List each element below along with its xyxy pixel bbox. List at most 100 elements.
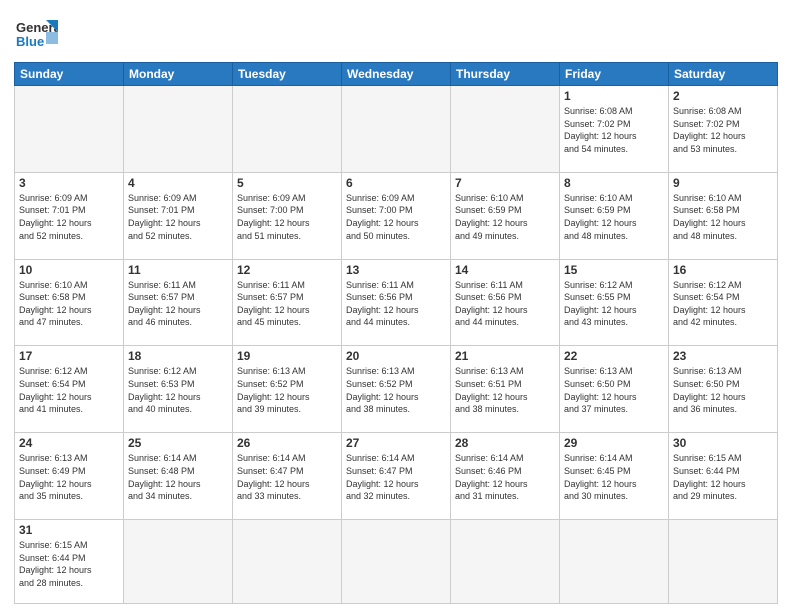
day-info: Sunrise: 6:13 AM Sunset: 6:49 PM Dayligh… [19, 452, 119, 502]
day-number: 5 [237, 176, 337, 190]
calendar-week-row: 17Sunrise: 6:12 AM Sunset: 6:54 PM Dayli… [15, 346, 778, 433]
calendar-cell: 6Sunrise: 6:09 AM Sunset: 7:00 PM Daylig… [342, 172, 451, 259]
day-info: Sunrise: 6:12 AM Sunset: 6:53 PM Dayligh… [128, 365, 228, 415]
weekday-header-wednesday: Wednesday [342, 63, 451, 86]
calendar-cell [451, 520, 560, 604]
calendar-cell: 19Sunrise: 6:13 AM Sunset: 6:52 PM Dayli… [233, 346, 342, 433]
calendar-cell [124, 86, 233, 173]
day-number: 16 [673, 263, 773, 277]
day-info: Sunrise: 6:12 AM Sunset: 6:54 PM Dayligh… [673, 279, 773, 329]
day-number: 2 [673, 89, 773, 103]
day-info: Sunrise: 6:11 AM Sunset: 6:57 PM Dayligh… [128, 279, 228, 329]
calendar-cell: 9 Sunrise: 6:10 AM Sunset: 6:58 PM Daylig… [669, 172, 778, 259]
calendar-cell: 17Sunrise: 6:12 AM Sunset: 6:54 PM Dayli… [15, 346, 124, 433]
day-number: 1 [564, 89, 664, 103]
day-info: Sunrise: 6:08 AM Sunset: 7:02 PM Dayligh… [564, 105, 664, 155]
day-number: 23 [673, 349, 773, 363]
day-number: 4 [128, 176, 228, 190]
day-info: Sunrise: 6:09 AM Sunset: 7:01 PM Dayligh… [128, 192, 228, 242]
calendar-cell [451, 86, 560, 173]
day-number: 22 [564, 349, 664, 363]
day-info: Sunrise: 6:12 AM Sunset: 6:55 PM Dayligh… [564, 279, 664, 329]
day-number: 9 [673, 176, 773, 190]
day-info: Sunrise: 6:14 AM Sunset: 6:45 PM Dayligh… [564, 452, 664, 502]
day-info: Sunrise: 6:14 AM Sunset: 6:47 PM Dayligh… [237, 452, 337, 502]
weekday-header-thursday: Thursday [451, 63, 560, 86]
calendar-table: SundayMondayTuesdayWednesdayThursdayFrid… [14, 62, 778, 604]
calendar-cell: 27Sunrise: 6:14 AM Sunset: 6:47 PM Dayli… [342, 433, 451, 520]
weekday-header-sunday: Sunday [15, 63, 124, 86]
calendar-cell: 10 Sunrise: 6:10 AM Sunset: 6:58 PM Dayli… [15, 259, 124, 346]
calendar-cell: 24 Sunrise: 6:13 AM Sunset: 6:49 PM Dayli… [15, 433, 124, 520]
day-info: Sunrise: 6:13 AM Sunset: 6:51 PM Dayligh… [455, 365, 555, 415]
calendar-cell: 11Sunrise: 6:11 AM Sunset: 6:57 PM Dayli… [124, 259, 233, 346]
day-info: Sunrise: 6:08 AM Sunset: 7:02 PM Dayligh… [673, 105, 773, 155]
day-info: Sunrise: 6:14 AM Sunset: 6:48 PM Dayligh… [128, 452, 228, 502]
day-number: 18 [128, 349, 228, 363]
day-info: Sunrise: 6:10 AM Sunset: 6:58 PM Dayligh… [673, 192, 773, 242]
calendar-week-row: 3Sunrise: 6:09 AM Sunset: 7:01 PM Daylig… [15, 172, 778, 259]
day-number: 12 [237, 263, 337, 277]
day-number: 29 [564, 436, 664, 450]
day-info: Sunrise: 6:13 AM Sunset: 6:52 PM Dayligh… [346, 365, 446, 415]
day-number: 14 [455, 263, 555, 277]
weekday-header-row: SundayMondayTuesdayWednesdayThursdayFrid… [15, 63, 778, 86]
calendar-cell: 21 Sunrise: 6:13 AM Sunset: 6:51 PM Dayli… [451, 346, 560, 433]
day-number: 8 [564, 176, 664, 190]
calendar-cell [15, 86, 124, 173]
logo-icon: General Blue [14, 12, 58, 56]
calendar-cell [233, 520, 342, 604]
calendar-cell: 13Sunrise: 6:11 AM Sunset: 6:56 PM Dayli… [342, 259, 451, 346]
calendar-cell: 7 Sunrise: 6:10 AM Sunset: 6:59 PM Daylig… [451, 172, 560, 259]
weekday-header-tuesday: Tuesday [233, 63, 342, 86]
day-number: 10 [19, 263, 119, 277]
calendar-cell [233, 86, 342, 173]
day-number: 7 [455, 176, 555, 190]
calendar-week-row: 24 Sunrise: 6:13 AM Sunset: 6:49 PM Dayli… [15, 433, 778, 520]
calendar-week-row: 10 Sunrise: 6:10 AM Sunset: 6:58 PM Dayli… [15, 259, 778, 346]
calendar-cell [124, 520, 233, 604]
calendar-page: General Blue SundayMondayTuesdayWednesda… [0, 0, 792, 612]
day-info: Sunrise: 6:10 AM Sunset: 6:58 PM Dayligh… [19, 279, 119, 329]
day-number: 20 [346, 349, 446, 363]
weekday-header-saturday: Saturday [669, 63, 778, 86]
day-info: Sunrise: 6:14 AM Sunset: 6:47 PM Dayligh… [346, 452, 446, 502]
calendar-cell [669, 520, 778, 604]
calendar-cell: 31Sunrise: 6:15 AM Sunset: 6:44 PM Dayli… [15, 520, 124, 604]
day-info: Sunrise: 6:10 AM Sunset: 6:59 PM Dayligh… [564, 192, 664, 242]
weekday-header-friday: Friday [560, 63, 669, 86]
day-number: 6 [346, 176, 446, 190]
day-info: Sunrise: 6:10 AM Sunset: 6:59 PM Dayligh… [455, 192, 555, 242]
calendar-cell: 26Sunrise: 6:14 AM Sunset: 6:47 PM Dayli… [233, 433, 342, 520]
calendar-cell: 5 Sunrise: 6:09 AM Sunset: 7:00 PM Daylig… [233, 172, 342, 259]
header: General Blue [14, 12, 778, 56]
calendar-cell: 4 Sunrise: 6:09 AM Sunset: 7:01 PM Daylig… [124, 172, 233, 259]
day-number: 25 [128, 436, 228, 450]
calendar-week-row: 31Sunrise: 6:15 AM Sunset: 6:44 PM Dayli… [15, 520, 778, 604]
day-number: 13 [346, 263, 446, 277]
day-number: 30 [673, 436, 773, 450]
calendar-cell: 12Sunrise: 6:11 AM Sunset: 6:57 PM Dayli… [233, 259, 342, 346]
day-number: 24 [19, 436, 119, 450]
day-info: Sunrise: 6:13 AM Sunset: 6:50 PM Dayligh… [673, 365, 773, 415]
day-number: 19 [237, 349, 337, 363]
calendar-cell: 23 Sunrise: 6:13 AM Sunset: 6:50 PM Dayli… [669, 346, 778, 433]
day-number: 17 [19, 349, 119, 363]
day-number: 28 [455, 436, 555, 450]
calendar-cell: 2 Sunrise: 6:08 AM Sunset: 7:02 PM Daylig… [669, 86, 778, 173]
calendar-cell: 18 Sunrise: 6:12 AM Sunset: 6:53 PM Dayli… [124, 346, 233, 433]
calendar-cell: 25 Sunrise: 6:14 AM Sunset: 6:48 PM Dayli… [124, 433, 233, 520]
calendar-cell: 29 Sunrise: 6:14 AM Sunset: 6:45 PM Dayli… [560, 433, 669, 520]
calendar-week-row: 1 Sunrise: 6:08 AM Sunset: 7:02 PM Daylig… [15, 86, 778, 173]
calendar-cell: 20 Sunrise: 6:13 AM Sunset: 6:52 PM Dayli… [342, 346, 451, 433]
calendar-cell: 14Sunrise: 6:11 AM Sunset: 6:56 PM Dayli… [451, 259, 560, 346]
calendar-cell [560, 520, 669, 604]
calendar-cell [342, 86, 451, 173]
day-info: Sunrise: 6:14 AM Sunset: 6:46 PM Dayligh… [455, 452, 555, 502]
calendar-cell: 28 Sunrise: 6:14 AM Sunset: 6:46 PM Dayli… [451, 433, 560, 520]
calendar-cell: 8 Sunrise: 6:10 AM Sunset: 6:59 PM Daylig… [560, 172, 669, 259]
day-info: Sunrise: 6:15 AM Sunset: 6:44 PM Dayligh… [19, 539, 119, 589]
day-info: Sunrise: 6:09 AM Sunset: 7:00 PM Dayligh… [237, 192, 337, 242]
day-number: 21 [455, 349, 555, 363]
weekday-header-monday: Monday [124, 63, 233, 86]
